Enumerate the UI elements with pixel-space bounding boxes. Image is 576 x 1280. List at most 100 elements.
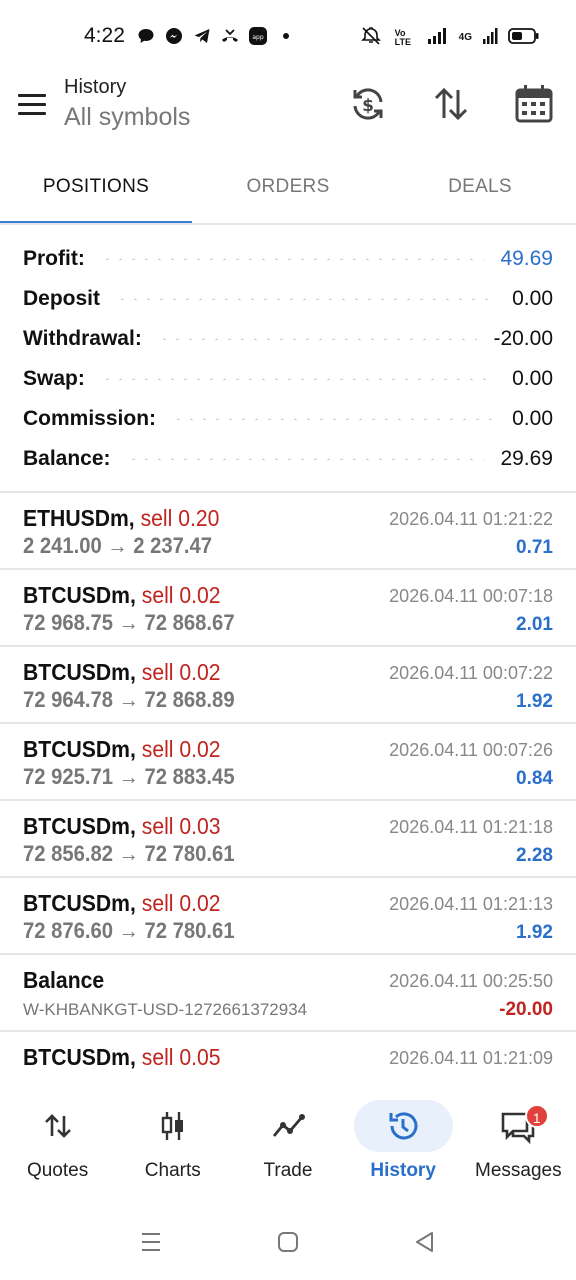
messenger-icon (164, 26, 184, 46)
position-row[interactable]: BTCUSDm, sell 0.02 2026.04.11 00:07:18 7… (0, 570, 576, 647)
position-symbol: BTCUSDm, (23, 736, 136, 762)
position-row[interactable]: BTCUSDm, sell 0.02 2026.04.11 00:07:26 7… (0, 724, 576, 801)
summary-label: Balance: (23, 447, 121, 471)
summary-value: 0.00 (512, 287, 553, 310)
position-prices: 72 876.60 → 72 780.61 (23, 918, 235, 943)
nav-label: Trade (263, 1160, 313, 1181)
quotes-icon (40, 1108, 76, 1144)
mute-icon (360, 26, 385, 49)
tab-bar: POSITIONS ORDERS DEALS (0, 152, 576, 224)
system-nav-bar (0, 1204, 576, 1280)
position-side: sell 0.02 (141, 890, 221, 916)
home-icon[interactable] (276, 1230, 300, 1254)
title-block[interactable]: History All symbols (64, 76, 190, 132)
position-row[interactable]: BTCUSDm, sell 0.02 2026.04.11 01:21:13 7… (0, 878, 576, 955)
messages-badge: 1 (524, 1104, 549, 1128)
position-time: 2026.04.11 00:07:22 (389, 663, 553, 683)
position-side: sell 0.03 (141, 813, 221, 839)
calendar-icon[interactable] (514, 84, 554, 124)
position-prices: 72 964.78 → 72 868.89 (23, 687, 235, 712)
telegram-icon (192, 26, 212, 46)
position-title: BTCUSDm, sell 0.02 (23, 890, 221, 917)
nav-trade[interactable]: Trade (230, 1084, 345, 1204)
tab-deals[interactable]: DEALS (384, 152, 576, 224)
position-time: 2026.04.11 01:21:13 (389, 894, 553, 914)
page-title: History (64, 76, 127, 98)
summary-row-deposit: Deposit 0.00 (0, 279, 576, 319)
position-title: BTCUSDm, sell 0.05 (23, 1044, 221, 1071)
svg-text:app: app (252, 34, 263, 41)
summary-value: 0.00 (512, 407, 553, 430)
status-time: 4:22 (84, 24, 125, 47)
position-side: sell 0.02 (141, 582, 221, 608)
network-type-label: 4G (458, 32, 472, 43)
nav-messages[interactable]: 1 Messages (461, 1084, 576, 1204)
position-row[interactable]: BTCUSDm, sell 0.02 2026.04.11 00:07:22 7… (0, 647, 576, 724)
position-symbol: BTCUSDm, (23, 813, 136, 839)
nav-history[interactable]: History (346, 1084, 461, 1204)
app-notification-icon: app (248, 26, 268, 46)
currency-sync-icon[interactable]: $ (348, 84, 388, 124)
position-row[interactable]: BTCUSDm, sell 0.03 2026.04.11 01:21:18 7… (0, 801, 576, 878)
balance-time: 2026.04.11 00:25:50 (389, 971, 553, 991)
nav-label: Messages (475, 1160, 562, 1181)
position-profit: 1.92 (516, 922, 553, 943)
position-title: BTCUSDm, sell 0.02 (23, 582, 221, 609)
position-time: 2026.04.11 01:21:22 (389, 509, 553, 529)
notification-icons: app (136, 26, 296, 46)
summary-label: Swap: (23, 367, 95, 391)
battery-icon (508, 27, 540, 48)
position-side: sell 0.05 (141, 1044, 221, 1070)
position-title: BTCUSDm, sell 0.02 (23, 659, 221, 686)
summary-label: Withdrawal: (23, 327, 152, 351)
volte-icon: Vo LTE (394, 27, 411, 47)
summary-value: 49.69 (500, 247, 553, 270)
positions-list: ETHUSDm, sell 0.20 2026.04.11 01:21:22 2… (0, 493, 576, 1109)
position-title: BTCUSDm, sell 0.03 (23, 813, 221, 840)
dot-leader (116, 298, 497, 300)
position-time: 2026.04.11 00:07:26 (389, 740, 553, 760)
tab-orders[interactable]: ORDERS (192, 152, 384, 224)
history-icon (385, 1108, 421, 1144)
balance-row[interactable]: Balance 2026.04.11 00:25:50 W-KHBANKGT-U… (0, 955, 576, 1032)
summary-row-swap: Swap: 0.00 (0, 359, 576, 399)
position-side: sell 0.20 (140, 505, 220, 531)
signal-icon-2 (482, 27, 498, 48)
summary-row-balance: Balance: 29.69 (0, 439, 576, 479)
back-icon[interactable] (413, 1230, 437, 1254)
position-title: BTCUSDm, sell 0.02 (23, 736, 221, 763)
position-profit: 2.28 (516, 845, 553, 866)
symbol-filter[interactable]: All symbols (64, 103, 190, 132)
position-row[interactable]: ETHUSDm, sell 0.20 2026.04.11 01:21:22 2… (0, 493, 576, 570)
recents-icon[interactable] (139, 1230, 163, 1254)
menu-icon[interactable] (18, 94, 46, 116)
position-prices: 2 241.00 → 2 237.47 (23, 533, 213, 558)
position-symbol: BTCUSDm, (23, 890, 136, 916)
position-symbol: ETHUSDm, (23, 505, 135, 531)
system-status-icons: Vo LTE 4G (360, 26, 540, 49)
dot-leader (100, 378, 497, 380)
position-profit: 2.01 (516, 614, 553, 635)
sort-icon[interactable] (431, 84, 471, 124)
position-side: sell 0.02 (141, 736, 221, 762)
tab-positions[interactable]: POSITIONS (0, 152, 192, 224)
position-time: 2026.04.11 00:07:18 (389, 586, 553, 606)
bottom-nav: Quotes Charts Trade History 1 Messages (0, 1084, 576, 1204)
summary-row-profit: Profit: 49.69 (0, 239, 576, 279)
summary-value: 29.69 (500, 447, 553, 470)
nav-charts[interactable]: Charts (115, 1084, 230, 1204)
nav-quotes[interactable]: Quotes (0, 1084, 115, 1204)
position-time: 2026.04.11 01:21:18 (389, 817, 553, 837)
position-profit: 0.84 (516, 768, 553, 789)
position-prices: 72 968.75 → 72 868.67 (23, 610, 235, 635)
summary-row-commission: Commission: 0.00 (0, 399, 576, 439)
balance-amount: -20.00 (499, 999, 553, 1020)
dot-leader (126, 458, 485, 460)
dot-leader (157, 338, 478, 340)
position-title: ETHUSDm, sell 0.20 (23, 505, 219, 532)
balance-comment: W-KHBANKGT-USD-1272661372934 (23, 1000, 308, 1019)
position-symbol: BTCUSDm, (23, 582, 136, 608)
chat-bubble-icon (136, 26, 156, 46)
svg-text:$: $ (362, 96, 374, 116)
signal-icon (427, 27, 449, 48)
